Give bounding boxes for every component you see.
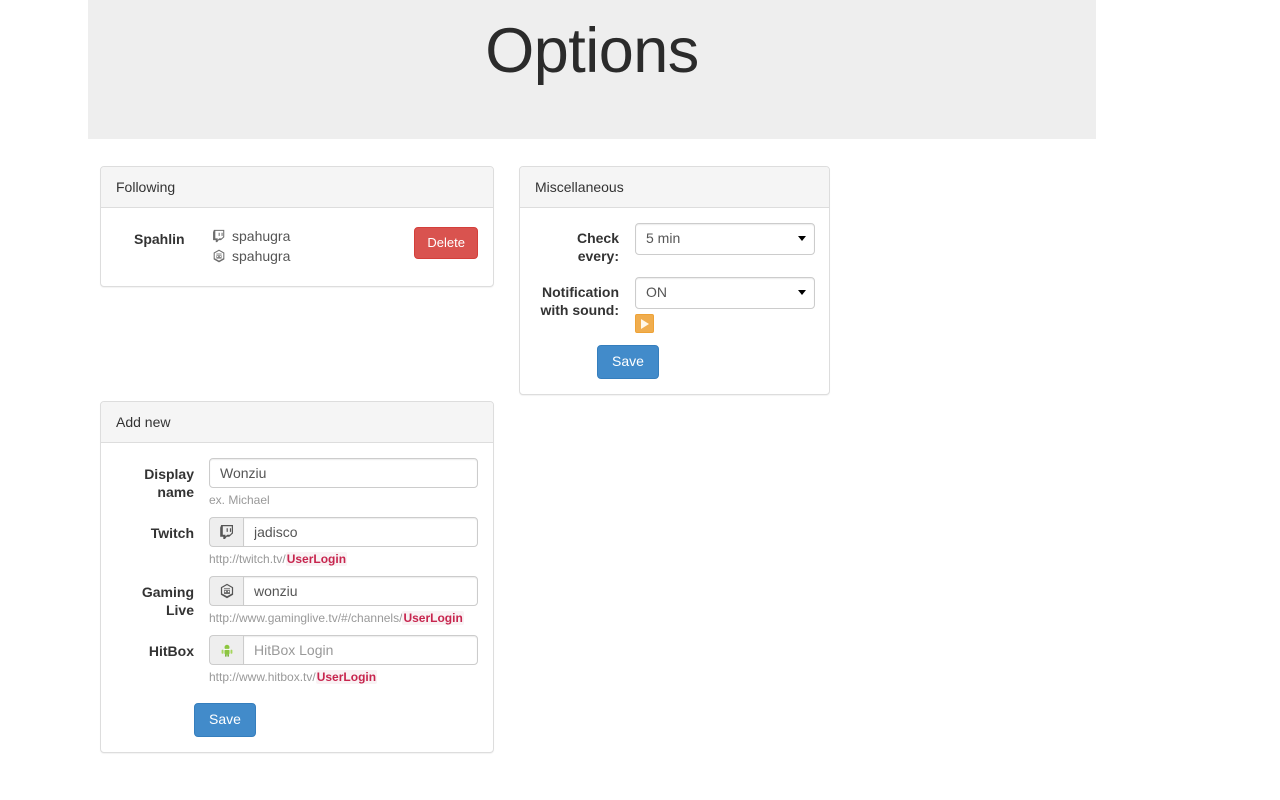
- delete-button[interactable]: Delete: [414, 227, 478, 260]
- display-name-help-text: ex. Michael: [209, 493, 270, 507]
- check-every-label: Check every:: [576, 230, 619, 264]
- hitbox-label: HitBox: [148, 643, 194, 659]
- gaming-live-help-prefix: http://www.gaminglive.tv/#/channels/: [209, 611, 403, 625]
- gaming-live-help: http://www.gaminglive.tv/#/channels/User…: [209, 611, 478, 625]
- following-panel: Following Spahlin spahugra spahugra Dele…: [100, 166, 494, 287]
- display-name-input[interactable]: [209, 458, 478, 488]
- save-miscellaneous-button[interactable]: Save: [597, 345, 659, 379]
- display-name-group: Display name ex. Michael: [116, 458, 478, 517]
- save-add-new-button[interactable]: Save: [194, 703, 256, 737]
- following-row-actions: Delete: [414, 225, 478, 260]
- twitch-help-highlight: UserLogin: [285, 552, 348, 566]
- hitbox-icon: [219, 642, 235, 658]
- hitbox-field: http://www.hitbox.tv/UserLogin: [194, 635, 478, 694]
- check-every-select[interactable]: 5 min: [635, 223, 815, 255]
- add-new-panel-body: Display name ex. Michael Twitch: [101, 443, 493, 752]
- play-sound-button[interactable]: [635, 314, 654, 333]
- add-new-panel-title: Add new: [116, 414, 171, 430]
- following-display-name: Spahlin: [134, 231, 185, 247]
- gaminglive-addon: [209, 576, 243, 606]
- hitbox-input[interactable]: [243, 635, 478, 665]
- twitch-icon: [212, 229, 226, 243]
- display-name-label: Display name: [144, 466, 194, 500]
- twitch-help-prefix: http://twitch.tv/: [209, 552, 286, 566]
- following-account-twitch: spahugra: [212, 227, 414, 245]
- notification-sound-field: ON: [619, 277, 815, 333]
- page-title: Options: [485, 16, 699, 86]
- twitch-field: http://twitch.tv/UserLogin: [194, 517, 478, 576]
- miscellaneous-panel-heading: Miscellaneous: [520, 167, 829, 208]
- hitbox-group: HitBox http://www.hitbox.tv/UserLogin: [116, 635, 478, 694]
- notification-sound-select[interactable]: ON: [635, 277, 815, 309]
- gaming-live-group: Gaming Live http://www.gaminglive.tv/#/c…: [116, 576, 478, 635]
- hitbox-input-group: [209, 635, 478, 665]
- gaming-live-label: Gaming Live: [141, 584, 194, 618]
- display-name-field: ex. Michael: [194, 458, 478, 517]
- play-icon: [640, 318, 649, 329]
- following-account-gaminglive-login: spahugra: [232, 248, 291, 264]
- add-new-panel-heading: Add new: [101, 402, 493, 443]
- twitch-label: Twitch: [150, 525, 194, 541]
- following-accounts: spahugra spahugra: [212, 225, 414, 267]
- add-new-actions: Save: [116, 703, 478, 737]
- display-name-help: ex. Michael: [209, 493, 478, 507]
- check-every-field: 5 min: [619, 223, 815, 255]
- hitbox-help-highlight: UserLogin: [315, 670, 378, 684]
- options-page: Options Following Spahlin spahugra spahu…: [0, 0, 1280, 800]
- gaminglive-icon: [219, 583, 235, 599]
- miscellaneous-panel-title: Miscellaneous: [535, 179, 624, 195]
- gaming-live-input[interactable]: [243, 576, 478, 606]
- check-every-group: Check every: 5 min: [535, 223, 815, 265]
- twitch-icon: [219, 524, 235, 540]
- hitbox-help-prefix: http://www.hitbox.tv/: [209, 670, 316, 684]
- miscellaneous-panel-body: Check every: 5 min Notification with sou…: [520, 208, 829, 394]
- hitbox-addon: [209, 635, 243, 665]
- notification-sound-group: Notification with sound: ON: [535, 277, 815, 333]
- gaming-live-help-highlight: UserLogin: [402, 611, 464, 625]
- notification-sound-label: Notification with sound:: [540, 284, 619, 318]
- twitch-input[interactable]: [243, 517, 478, 547]
- twitch-addon: [209, 517, 243, 547]
- page-header-jumbotron: Options: [88, 0, 1096, 139]
- gaminglive-icon: [212, 249, 226, 263]
- miscellaneous-panel: Miscellaneous Check every: 5 min Notific…: [519, 166, 830, 395]
- twitch-input-group: [209, 517, 478, 547]
- add-new-panel: Add new Display name ex. Michael Twitch: [100, 401, 494, 753]
- following-account-gaminglive: spahugra: [212, 247, 414, 265]
- twitch-help: http://twitch.tv/UserLogin: [209, 552, 478, 566]
- gaming-live-field: http://www.gaminglive.tv/#/channels/User…: [194, 576, 478, 635]
- following-panel-body: Spahlin spahugra spahugra Delete: [101, 208, 493, 286]
- hitbox-help: http://www.hitbox.tv/UserLogin: [209, 670, 478, 684]
- following-row: Spahlin spahugra spahugra Delete: [116, 223, 478, 271]
- gaming-live-input-group: [209, 576, 478, 606]
- following-panel-title: Following: [116, 179, 176, 195]
- miscellaneous-actions: Save: [535, 345, 814, 379]
- following-account-twitch-login: spahugra: [232, 228, 291, 244]
- following-panel-heading: Following: [101, 167, 493, 208]
- twitch-group: Twitch http://twitch.tv/UserLogin: [116, 517, 478, 576]
